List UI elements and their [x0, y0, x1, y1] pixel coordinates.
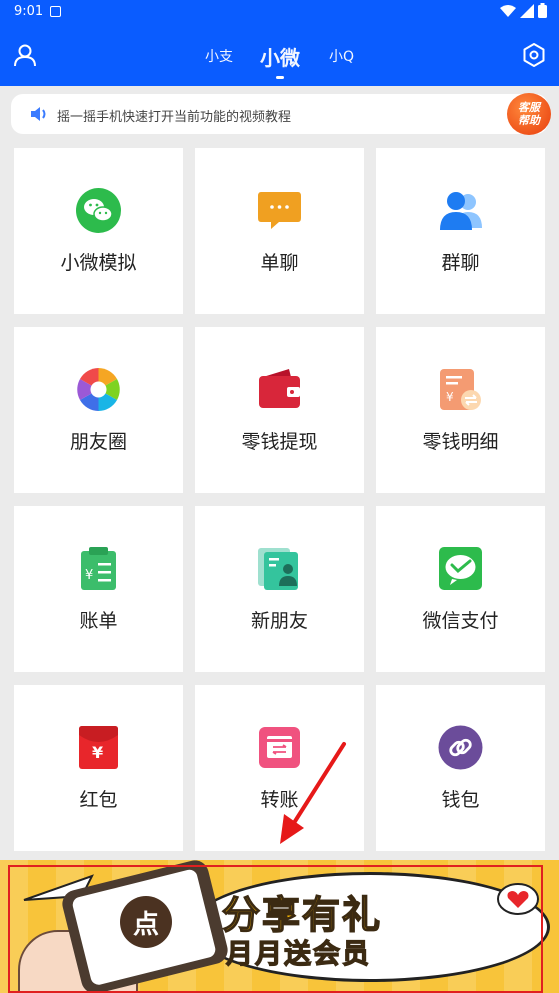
svg-text:¥: ¥ — [85, 568, 93, 583]
svg-text:¥: ¥ — [446, 390, 454, 404]
red-packet-icon: ¥ — [79, 726, 118, 769]
tab-xiaoq[interactable]: 小Q — [329, 46, 354, 66]
tab-xiaozhi[interactable]: 小支 — [205, 46, 233, 66]
service-badge-line1: 客服 — [518, 101, 540, 114]
promo-banner[interactable]: 点 分享有礼 月月送会员 — [0, 860, 559, 993]
grid-item-label: 朋友圈 — [69, 431, 127, 453]
grid-item-bill[interactable]: ¥ 账单 — [14, 506, 183, 672]
status-bar: 9:01 — [0, 0, 559, 24]
speaker-icon — [31, 107, 46, 121]
grid-item-red-packet[interactable]: ¥ 红包 — [14, 685, 183, 851]
system-icons — [500, 3, 547, 18]
settings-icon[interactable] — [521, 42, 547, 68]
wechat-pay-icon — [439, 547, 482, 590]
customer-service-button[interactable]: 客服 帮助 — [507, 93, 551, 135]
grid-item-single-chat[interactable]: 单聊 — [195, 148, 364, 314]
grid-item-change-detail[interactable]: ¥ 零钱明细 — [376, 327, 545, 493]
active-tab-indicator — [276, 76, 284, 79]
grid-item-withdraw[interactable]: 零钱提现 — [195, 327, 364, 493]
grid-item-new-friend[interactable]: 新朋友 — [195, 506, 364, 672]
grid-item-label: 单聊 — [260, 252, 299, 274]
mode-tabs: 小支 小微 小Q — [0, 24, 559, 86]
grid-item-label: 零钱提现 — [241, 431, 318, 453]
grid-item-wechat-pay[interactable]: 微信支付 — [376, 506, 545, 672]
grid-item-label: 微信支付 — [422, 610, 499, 632]
grid-item-label: 红包 — [79, 789, 118, 811]
battery-icon — [538, 3, 547, 18]
tip-text: 摇一摇手机快速打开当前功能的视频教程 — [57, 110, 292, 125]
grid-item-group-chat[interactable]: 群聊 — [376, 148, 545, 314]
wifi-icon — [500, 4, 516, 17]
grid-item-label: 零钱明细 — [422, 431, 499, 453]
grid-item-label: 钱包 — [441, 789, 480, 811]
moments-icon — [77, 368, 120, 411]
grid-item-label: 账单 — [79, 610, 118, 632]
group-icon — [440, 192, 482, 230]
wallet-icon — [259, 369, 300, 408]
service-badge-line2: 帮助 — [518, 114, 540, 127]
wallet-link-icon — [438, 725, 483, 770]
chat-bubble-icon — [258, 192, 301, 229]
guide-arrow-icon — [280, 742, 346, 844]
grid-item-moments[interactable]: 朋友圈 — [14, 327, 183, 493]
tutorial-tip-bar[interactable]: 摇一摇手机快速打开当前功能的视频教程 客服 帮助 — [11, 93, 551, 135]
svg-text:¥: ¥ — [92, 743, 103, 762]
app-header: 小支 小微 小Q — [0, 24, 559, 86]
status-time: 9:01 — [14, 4, 44, 19]
tab-xiaowei[interactable]: 小微 — [260, 42, 300, 71]
transaction-detail-icon: ¥ — [440, 369, 481, 410]
bill-icon: ¥ — [81, 547, 116, 590]
grid-item-wallet[interactable]: 钱包 — [376, 685, 545, 851]
grid-item-label: 小微模拟 — [60, 252, 137, 274]
grid-item-xiaowei-sim[interactable]: 小微模拟 — [14, 148, 183, 314]
banner-highlight-frame — [8, 865, 543, 993]
sim-icon — [50, 6, 61, 17]
signal-icon — [520, 3, 534, 18]
grid-item-label: 群聊 — [441, 252, 480, 274]
wechat-icon — [76, 188, 121, 233]
new-friend-icon — [258, 548, 298, 590]
grid-item-label: 新朋友 — [250, 610, 308, 632]
